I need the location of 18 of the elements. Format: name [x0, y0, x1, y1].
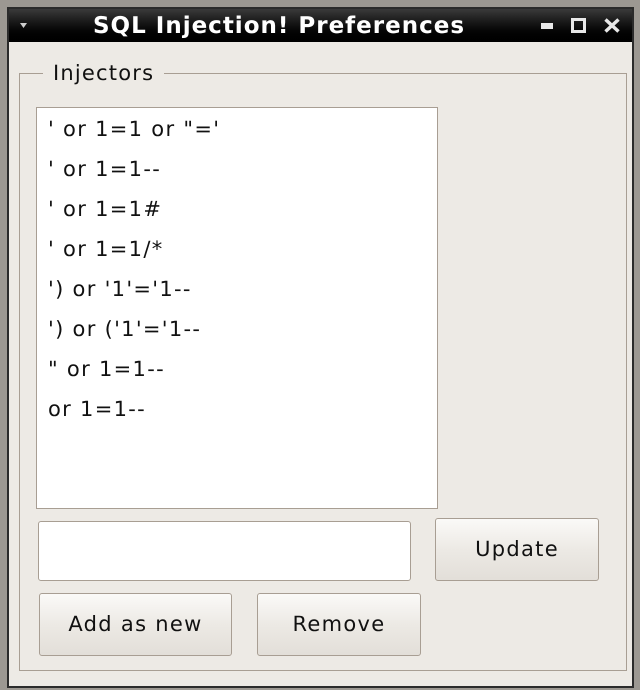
injector-item[interactable]: " or 1=1--: [47, 350, 437, 390]
injector-item[interactable]: ' or 1=1--: [47, 150, 437, 190]
add-as-new-button[interactable]: Add as new: [39, 593, 232, 656]
injector-item[interactable]: ' or 1=1#: [47, 190, 437, 230]
injector-input-field[interactable]: [38, 521, 411, 581]
injector-item[interactable]: ') or '1'='1--: [47, 270, 437, 310]
maximize-icon[interactable]: [571, 18, 586, 33]
remove-button[interactable]: Remove: [257, 593, 421, 656]
injector-item[interactable]: ' or 1=1/*: [47, 230, 437, 270]
minimize-icon[interactable]: [541, 22, 553, 28]
injector-item[interactable]: ' or 1=1 or "=': [47, 110, 437, 150]
window-title: SQL Injection! Preferences: [92, 12, 466, 40]
update-button[interactable]: Update: [435, 518, 599, 581]
group-label: Injectors: [52, 61, 156, 85]
window-menu-icon[interactable]: [20, 23, 26, 28]
close-icon[interactable]: [604, 18, 620, 33]
injector-item[interactable]: ') or ('1'='1--: [47, 310, 437, 350]
injector-item[interactable]: or 1=1--: [47, 390, 437, 430]
